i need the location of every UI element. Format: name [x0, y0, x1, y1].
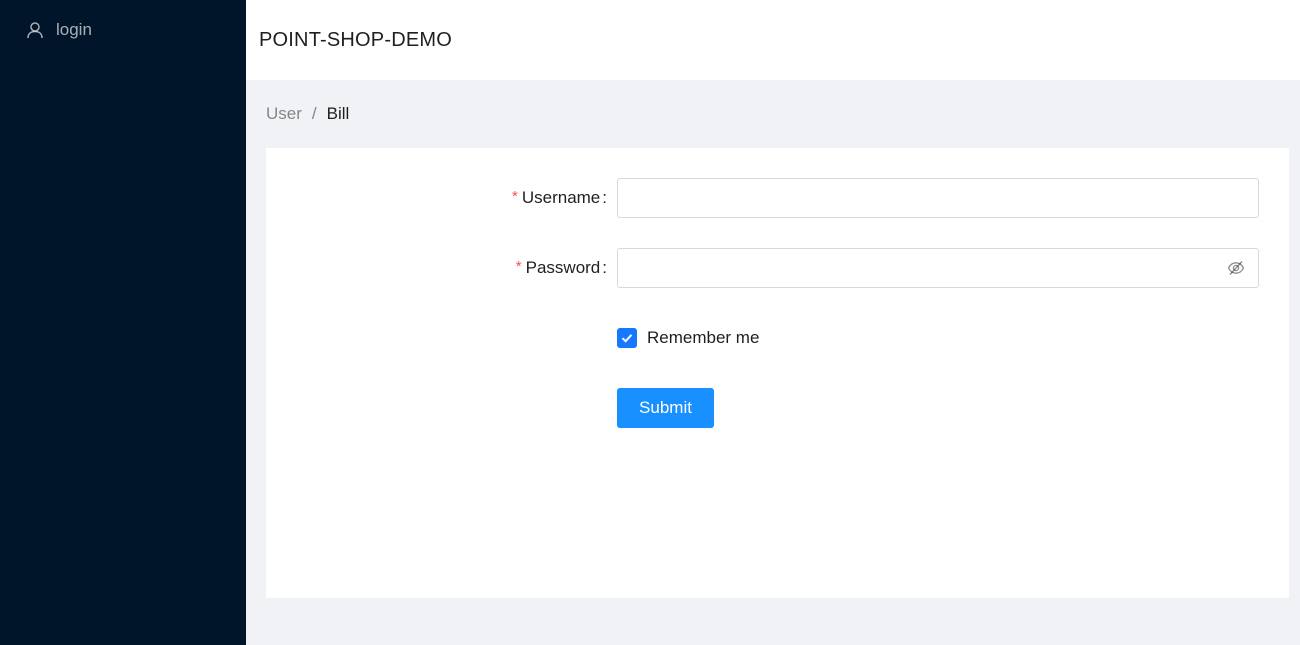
password-row: * Password: — [266, 248, 1289, 288]
breadcrumb: User / Bill — [266, 80, 1289, 148]
submit-row: Submit — [266, 388, 1289, 428]
app-root: login POINT-SHOP-DEMO User / Bill * Usern… — [0, 0, 1300, 645]
app-title: POINT-SHOP-DEMO — [259, 28, 453, 51]
check-icon — [621, 334, 633, 343]
password-input[interactable] — [617, 248, 1259, 288]
form-card: * Username: * Password: Remember me Subm… — [266, 148, 1289, 598]
required-mark: * — [512, 188, 518, 205]
password-field — [617, 248, 1259, 288]
remember-checkbox[interactable] — [617, 328, 637, 348]
submit-button[interactable]: Submit — [617, 388, 714, 428]
username-row: * Username: — [266, 178, 1289, 218]
sidebar-item-login[interactable]: login — [0, 10, 246, 50]
page-header: POINT-SHOP-DEMO — [246, 0, 1300, 80]
breadcrumb-item-user[interactable]: User — [266, 104, 302, 124]
username-label: * Username: — [512, 188, 607, 207]
sidebar-item-label: login — [56, 20, 92, 39]
breadcrumb-item-bill: Bill — [326, 104, 350, 123]
eye-invisible-icon[interactable] — [1227, 259, 1245, 277]
content-area: User / Bill * Username: * Password: Reme… — [246, 80, 1300, 598]
remember-row: Remember me — [266, 318, 1289, 358]
password-label: * Password: — [515, 258, 607, 277]
sidebar: login — [0, 0, 246, 645]
main-layout: POINT-SHOP-DEMO User / Bill * Username: *… — [246, 0, 1300, 645]
remember-label[interactable]: Remember me — [647, 328, 759, 348]
user-icon — [26, 21, 44, 39]
breadcrumb-separator: / — [311, 104, 317, 123]
required-mark: * — [515, 258, 522, 275]
username-input[interactable] — [617, 178, 1259, 218]
